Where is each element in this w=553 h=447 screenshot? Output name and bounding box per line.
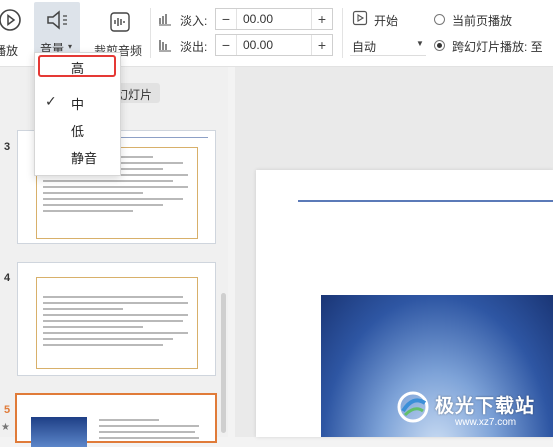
slide-thumbnail[interactable]	[17, 262, 216, 376]
volume-button[interactable]: 音量 ▾	[34, 2, 80, 56]
cross-slide-play-label: 跨幻灯片播放: 至	[452, 40, 543, 54]
slides-tab-label: 幻灯片	[116, 88, 153, 102]
star-icon: ★	[1, 422, 10, 433]
thumb-image	[31, 417, 87, 447]
play-button[interactable]: 播放	[0, 4, 22, 62]
speaker-icon	[47, 10, 67, 30]
radio-button[interactable]	[434, 40, 445, 51]
fade-in-decrement[interactable]: −	[216, 9, 236, 29]
fade-out-increment[interactable]: +	[312, 35, 332, 55]
aurora-logo-icon	[397, 391, 429, 423]
fade-in-stepper[interactable]: − 00.00 +	[215, 8, 333, 30]
fade-in-label: 淡入:	[180, 14, 208, 28]
slide-top-line	[298, 200, 553, 202]
slide-thumbnail-selected[interactable]	[15, 393, 217, 447]
slide-number: 3	[4, 141, 11, 153]
start-icon	[352, 10, 368, 26]
fade-out-decrement[interactable]: −	[216, 35, 236, 55]
toolbar-divider	[342, 8, 343, 58]
check-icon: ✓	[45, 93, 57, 109]
fade-out-label: 淡出:	[180, 40, 208, 54]
fade-out-icon	[159, 40, 171, 52]
fade-out-stepper[interactable]: − 00.00 +	[215, 34, 333, 56]
watermark: 极光下载站 www.xz7.com	[395, 385, 553, 435]
content-frame	[36, 277, 198, 369]
volume-option-medium[interactable]: ✓ 中	[35, 89, 120, 115]
cross-slide-play-option[interactable]: 跨幻灯片播放: 至	[434, 38, 553, 54]
watermark-url: www.xz7.com	[455, 417, 517, 428]
volume-option-label: 中	[71, 97, 85, 112]
fade-in-icon	[159, 14, 171, 26]
current-page-play-label: 当前页播放	[452, 14, 513, 28]
panel-scrollbar[interactable]	[221, 293, 226, 433]
volume-option-label: 静音	[71, 151, 98, 166]
play-label: 播放	[0, 44, 19, 58]
fade-in-increment[interactable]: +	[312, 9, 332, 29]
start-mode-value: 自动	[352, 40, 377, 54]
volume-option-mute[interactable]: 静音	[35, 143, 120, 169]
trim-audio-icon	[110, 12, 130, 32]
start-mode-select[interactable]: 自动 ▼	[350, 35, 426, 56]
chevron-down-icon: ▾	[68, 42, 73, 51]
fade-in-value[interactable]: 00.00	[236, 9, 312, 29]
volume-option-low[interactable]: 低	[35, 116, 120, 142]
volume-option-label: 低	[71, 124, 85, 139]
volume-option-high[interactable]: 高	[35, 53, 120, 79]
start-label: 开始	[374, 14, 399, 28]
current-page-play-option[interactable]: 当前页播放	[434, 12, 553, 28]
fade-out-value[interactable]: 00.00	[236, 35, 312, 55]
chevron-down-icon: ▼	[416, 39, 424, 48]
radio-button[interactable]	[434, 14, 445, 25]
play-icon	[0, 9, 21, 31]
toolbar-divider	[150, 8, 151, 58]
slide-number: 4	[4, 272, 11, 284]
volume-menu: 高 ✓ 中 低 静音	[34, 52, 121, 176]
slide-number: 5	[4, 404, 11, 416]
volume-option-label: 高	[71, 61, 85, 76]
watermark-title: 极光下载站	[435, 396, 536, 417]
